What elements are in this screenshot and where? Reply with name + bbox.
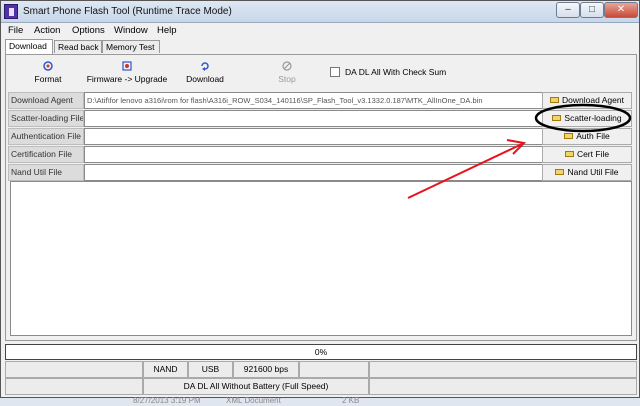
close-button[interactable]: ✕: [604, 2, 638, 18]
window-title: Smart Phone Flash Tool (Runtime Trace Mo…: [23, 6, 232, 17]
menu-window[interactable]: Window: [114, 25, 148, 36]
scatter-loading-button-label: Scatter-loading: [564, 113, 622, 123]
status-bar-bottom: DA DL All Without Battery (Full Speed): [5, 378, 637, 395]
status-storage: NAND: [143, 361, 188, 378]
status-cell-empty-3: [369, 361, 637, 378]
nand-util-file-button[interactable]: Nand Util File: [542, 164, 632, 181]
taskbar-size: 2 KB: [342, 396, 360, 405]
status-cell-empty-4: [5, 378, 143, 395]
auth-file-button-label: Auth File: [576, 131, 610, 141]
format-label: Format: [34, 74, 62, 84]
folder-icon: [555, 168, 565, 175]
nand-util-file-label: Nand Util File: [8, 164, 84, 181]
folder-icon: [550, 96, 560, 103]
status-cell-empty-1: [5, 361, 143, 378]
menu-file[interactable]: File: [8, 25, 23, 36]
download-agent-button[interactable]: Download Agent: [542, 92, 632, 109]
da-checksum-label: DA DL All With Check Sum: [345, 67, 447, 77]
folder-icon: [552, 114, 562, 121]
stop-label: Stop: [278, 74, 296, 84]
firmware-upgrade-label: Firmware -> Upgrade: [86, 74, 168, 84]
da-checksum-checkbox[interactable]: [330, 67, 340, 77]
title-bar[interactable]: Smart Phone Flash Tool (Runtime Trace Mo…: [1, 1, 639, 23]
format-tool[interactable]: Format: [18, 61, 78, 84]
status-baud: 921600 bps: [233, 361, 299, 378]
download-agent-field[interactable]: D:\Atif\for lenovo a316i\rom for flash\A…: [84, 92, 543, 109]
scatter-loading-label: Scatter-loading File: [8, 110, 84, 127]
minimize-button[interactable]: –: [556, 2, 580, 18]
taskbar-doc-type: XML Document: [226, 396, 281, 405]
download-panel: Format Firmware -> Upgrade Download Stop…: [5, 54, 637, 341]
auth-file-button[interactable]: Auth File: [542, 128, 632, 145]
firmware-upgrade-icon: [122, 61, 132, 71]
stop-icon: [282, 61, 292, 71]
cert-file-button[interactable]: Cert File: [542, 146, 632, 163]
format-icon: [43, 61, 53, 71]
app-icon: [4, 4, 18, 19]
taskbar-date: 8/27/2013 3:19 PM: [133, 396, 201, 405]
download-agent-button-label: Download Agent: [562, 95, 624, 105]
status-connection: USB: [188, 361, 233, 378]
download-icon: [201, 62, 209, 71]
status-bar-top: NAND USB 921600 bps: [5, 361, 637, 378]
menu-action[interactable]: Action: [34, 25, 60, 36]
authentication-file-field[interactable]: [84, 128, 543, 145]
menu-bar: File Action Options Window Help: [1, 24, 639, 38]
authentication-file-label: Authentication File: [8, 128, 84, 145]
tab-memory-test[interactable]: Memory Test: [102, 40, 160, 53]
folder-icon: [564, 132, 574, 139]
tab-download[interactable]: Download: [5, 39, 53, 54]
menu-options[interactable]: Options: [72, 25, 105, 36]
download-tool[interactable]: Download: [180, 61, 230, 84]
progress-bar: 0%: [5, 344, 637, 360]
scatter-loading-field[interactable]: [84, 110, 543, 127]
nand-util-file-button-label: Nand Util File: [567, 167, 619, 177]
tab-read-back[interactable]: Read back: [54, 40, 102, 53]
certification-file-field[interactable]: [84, 146, 543, 163]
progress-text: 0%: [314, 347, 328, 357]
status-cell-empty-5: [369, 378, 637, 395]
background-file-list: 8/27/2013 3:19 PM XML Document 2 KB: [0, 396, 640, 406]
scatter-loading-button[interactable]: Scatter-loading: [542, 110, 632, 127]
log-area[interactable]: [10, 181, 632, 336]
certification-file-label: Certification File: [8, 146, 84, 163]
status-mode: DA DL All Without Battery (Full Speed): [143, 378, 369, 395]
firmware-upgrade-tool[interactable]: Firmware -> Upgrade: [86, 61, 168, 84]
download-agent-label: Download Agent: [8, 92, 84, 109]
menu-help[interactable]: Help: [157, 25, 177, 36]
stop-tool[interactable]: Stop: [268, 61, 306, 84]
download-label: Download: [186, 74, 224, 84]
app-window: Smart Phone Flash Tool (Runtime Trace Mo…: [0, 0, 640, 398]
nand-util-file-field[interactable]: [84, 164, 543, 181]
status-cell-empty-2: [299, 361, 369, 378]
cert-file-button-label: Cert File: [576, 149, 610, 159]
maximize-button[interactable]: □: [580, 2, 604, 18]
folder-icon: [564, 150, 574, 157]
